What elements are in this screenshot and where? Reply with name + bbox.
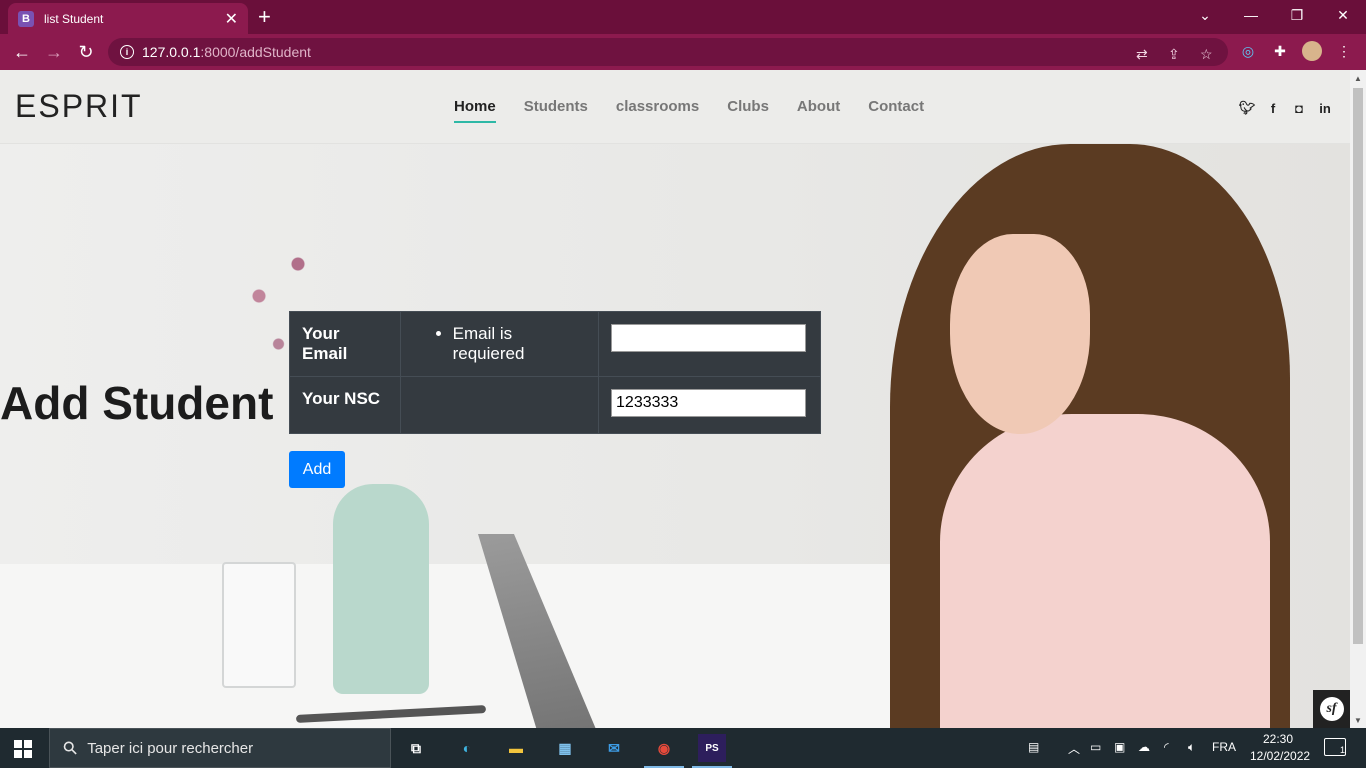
new-tab-icon[interactable]: + xyxy=(258,5,271,29)
nsc-field[interactable] xyxy=(611,389,807,417)
site-logo[interactable]: ESPRIT xyxy=(15,88,143,125)
address-bar[interactable]: i 127.0.0.1:8000/addStudent ⇄ ⇪ ☆ xyxy=(108,38,1228,66)
windows-start-icon[interactable] xyxy=(14,740,32,758)
woman-face-image xyxy=(950,234,1090,434)
tray-chevron-icon[interactable]: ︿ xyxy=(1068,740,1080,757)
translate-icon[interactable]: ⇄ xyxy=(1136,46,1148,63)
hero-background: Add Student Your Email Email is requiere… xyxy=(0,144,1350,728)
edge-icon[interactable]: ◐ xyxy=(453,734,481,762)
battery-icon[interactable]: ▭ xyxy=(1090,740,1101,754)
email-errors: Email is requiered xyxy=(399,311,600,377)
nav-clubs[interactable]: Clubs xyxy=(727,98,769,115)
browser-tab[interactable]: B list Student ✕ xyxy=(8,3,248,34)
instagram-icon[interactable]: ◘ xyxy=(1290,100,1308,116)
back-icon[interactable]: ← xyxy=(10,40,34,64)
page-scrollbar[interactable]: ▲ ▼ xyxy=(1350,70,1366,728)
forward-icon[interactable]: → xyxy=(42,40,66,64)
site-info-icon[interactable]: i xyxy=(120,45,134,59)
task-view-icon[interactable]: ⧉ xyxy=(402,734,430,762)
desk-image xyxy=(0,564,900,728)
mail-icon[interactable]: ✉ xyxy=(600,734,628,762)
email-row: Your Email Email is requiered xyxy=(289,311,821,377)
notification-count: 1 xyxy=(1339,745,1345,755)
clock-time: 22:30 xyxy=(1262,732,1294,746)
site-header: ESPRIT Home Students classrooms Clubs Ab… xyxy=(0,70,1350,144)
close-tab-icon[interactable]: ✕ xyxy=(225,9,238,29)
volume-icon[interactable]: 🔈︎ xyxy=(1188,740,1195,755)
close-window-icon[interactable]: ✕ xyxy=(1320,0,1366,30)
nav-home[interactable]: Home xyxy=(454,98,496,123)
taskbar-search[interactable]: ⚲ Taper ici pour rechercher xyxy=(49,728,391,768)
add-student-form-table: Your Email Email is requiered Your NSC xyxy=(289,311,821,434)
chrome-icon[interactable]: ◉ xyxy=(650,734,678,762)
extensions-puzzle-icon[interactable]: ✚ xyxy=(1270,41,1290,61)
search-icon: ⚲ xyxy=(58,735,82,760)
file-explorer-icon[interactable]: ▬ xyxy=(502,734,530,762)
glass-image xyxy=(222,562,296,688)
nav-about[interactable]: About xyxy=(797,98,840,115)
meet-icon[interactable]: ▣ xyxy=(1114,740,1125,754)
bootstrap-favicon-icon: B xyxy=(18,10,34,27)
symfony-toolbar-toggle[interactable]: sf xyxy=(1313,690,1350,728)
nsc-row: Your NSC xyxy=(289,376,821,434)
minimize-icon[interactable]: — xyxy=(1228,0,1274,30)
share-icon[interactable]: ⇪ xyxy=(1168,46,1180,63)
bookmark-star-icon[interactable]: ☆ xyxy=(1200,46,1213,63)
browser-tab-strip: B list Student ✕ + ⌄ — ❐ ✕ xyxy=(0,0,1366,34)
social-links: 🐦︎ f ◘ in xyxy=(1238,100,1342,116)
clock[interactable]: 22:30 12/02/2022 xyxy=(1250,731,1311,765)
onedrive-icon[interactable]: ☁ xyxy=(1138,740,1150,754)
notification-center-icon[interactable]: 1 xyxy=(1324,738,1346,756)
nsc-label: Your NSC xyxy=(289,376,401,434)
facebook-icon[interactable]: f xyxy=(1264,100,1282,116)
phpstorm-icon[interactable]: PS xyxy=(698,734,726,762)
restore-icon[interactable]: ❐ xyxy=(1274,0,1320,30)
linkedin-icon[interactable]: in xyxy=(1316,100,1334,116)
wifi-icon[interactable]: ◜ xyxy=(1164,740,1169,754)
page-viewport: Add Student Your Email Email is requiere… xyxy=(0,70,1350,728)
news-widget-icon[interactable]: ▤ xyxy=(1028,740,1039,754)
nav-classrooms[interactable]: classrooms xyxy=(616,98,699,115)
twitter-icon[interactable]: 🐦︎ xyxy=(1238,100,1256,116)
browser-menu-icon[interactable]: ⋮ xyxy=(1334,41,1354,61)
taskbar-search-placeholder: Taper ici pour rechercher xyxy=(87,739,254,757)
add-button[interactable]: Add xyxy=(289,451,345,488)
browser-toolbar: ← → ↻ i 127.0.0.1:8000/addStudent ⇄ ⇪ ☆ … xyxy=(0,34,1366,70)
scroll-down-icon[interactable]: ▼ xyxy=(1350,712,1366,728)
scroll-thumb[interactable] xyxy=(1353,88,1363,644)
nav-students[interactable]: Students xyxy=(524,98,588,115)
nsc-errors xyxy=(399,376,600,434)
tab-search-chevron-icon[interactable]: ⌄ xyxy=(1182,0,1228,30)
email-field[interactable] xyxy=(611,324,807,352)
language-indicator[interactable]: FRA xyxy=(1212,740,1236,754)
main-nav: Home Students classrooms Clubs About Con… xyxy=(454,98,952,123)
url-path: :8000/addStudent xyxy=(200,44,311,60)
page-title: Add Student xyxy=(0,377,274,429)
email-label: Your Email xyxy=(289,311,401,377)
nav-contact[interactable]: Contact xyxy=(868,98,924,115)
tab-title: list Student xyxy=(44,11,104,26)
woman-body-image xyxy=(940,414,1270,728)
reload-icon[interactable]: ↻ xyxy=(74,40,98,64)
microsoft-store-icon[interactable]: ▦ xyxy=(551,734,579,762)
extension-ring-icon[interactable]: ◎ xyxy=(1238,41,1258,61)
profile-avatar[interactable] xyxy=(1302,41,1322,61)
clock-date: 12/02/2022 xyxy=(1250,749,1311,763)
symfony-logo-icon: sf xyxy=(1319,697,1344,721)
scroll-up-icon[interactable]: ▲ xyxy=(1350,70,1366,86)
email-error-message: Email is requiered xyxy=(453,324,586,364)
windows-taskbar: ⚲ Taper ici pour rechercher ⧉ ◐ ▬ ▦ ✉ ◉ … xyxy=(0,728,1366,768)
vase-image xyxy=(333,484,429,694)
url-host: 127.0.0.1 xyxy=(142,44,201,60)
